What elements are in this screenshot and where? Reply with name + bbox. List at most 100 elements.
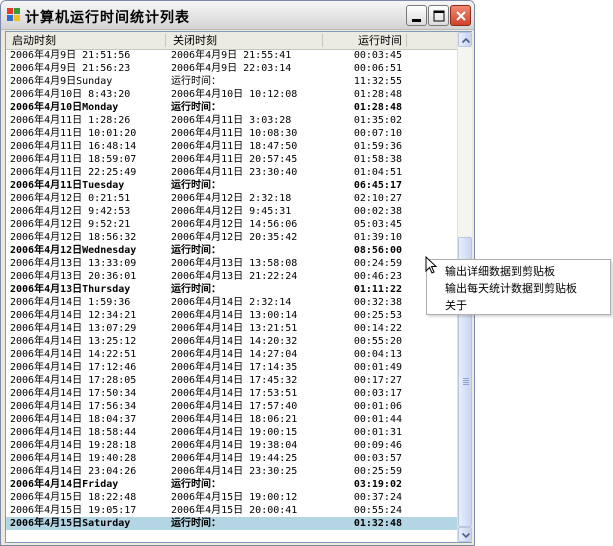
runtime-cell: 00:03:57 [353, 453, 402, 464]
end-time-cell: 2006年4月14日 17:57:40 [171, 401, 298, 412]
runtime-cell: 01:04:51 [353, 167, 402, 178]
list-row[interactable]: 2006年4月15日 18:22:48 2006年4月15日 19:00:12 00… [6, 491, 457, 504]
list-row[interactable]: 2006年4月14日 13:25:12 2006年4月14日 14:20:32 00… [6, 335, 457, 348]
column-divider[interactable] [406, 34, 407, 47]
close-button[interactable] [450, 5, 471, 26]
list-row[interactable]: 2006年4月12日 18:56:32 2006年4月12日 20:35:42 01… [6, 231, 457, 244]
start-time-cell: 2006年4月9日Sunday [10, 76, 113, 87]
start-time-cell: 2006年4月9日 21:56:23 [10, 63, 131, 74]
end-time-cell: 2006年4月14日 13:21:51 [171, 323, 298, 334]
start-time-cell: 2006年4月14日 18:04:37 [10, 414, 137, 425]
list-row[interactable]: 2006年4月11日Tuesday 运行时间： 06:45:17 [6, 179, 457, 192]
runtime-cell: 01:59:36 [353, 141, 402, 152]
runtime-list-view[interactable]: 启动时刻 关闭时刻 运行时间 2006年4月9日 21:51:56 2006年4月… [5, 31, 472, 543]
list-row[interactable]: 2006年4月14日 13:07:29 2006年4月14日 13:21:51 00… [6, 322, 457, 335]
list-row[interactable]: 2006年4月14日 12:34:21 2006年4月14日 13:00:14 00… [6, 309, 457, 322]
end-time-cell: 2006年4月11日 20:57:45 [171, 154, 298, 165]
end-time-cell: 2006年4月14日 14:27:04 [171, 349, 298, 360]
start-time-cell: 2006年4月14日 17:12:46 [10, 362, 137, 373]
menu-item-copy-detail[interactable]: 输出详细数据到剪贴板 [445, 263, 555, 279]
column-header-start[interactable]: 启动时刻 [12, 32, 162, 49]
maximize-icon [433, 10, 445, 22]
list-row[interactable]: 2006年4月14日 18:04:37 2006年4月14日 18:06:21 00… [6, 413, 457, 426]
column-header-end[interactable]: 关闭时刻 [173, 32, 323, 49]
list-row[interactable]: 2006年4月12日Wednesday 运行时间： 08:56:00 [6, 244, 457, 257]
list-row[interactable]: 2006年4月15日 19:05:17 2006年4月15日 20:00:41 00… [6, 504, 457, 517]
list-row[interactable]: 2006年4月15日Saturday 运行时间： 01:32:48 [6, 517, 457, 530]
list-row[interactable]: 2006年4月14日 1:59:36 2006年4月14日 2:32:14 00:3… [6, 296, 457, 309]
runtime-cell: 00:25:59 [353, 466, 402, 477]
runtime-cell: 00:24:59 [353, 258, 402, 269]
close-icon [456, 11, 466, 21]
list-row[interactable]: 2006年4月13日 20:36:01 2006年4月13日 21:22:24 00… [6, 270, 457, 283]
list-row[interactable]: 2006年4月12日 9:52:21 2006年4月12日 14:56:06 05:… [6, 218, 457, 231]
list-rows: 2006年4月9日 21:51:56 2006年4月9日 21:55:41 00:0… [6, 49, 457, 542]
list-row[interactable]: 2006年4月14日Friday 运行时间： 03:19:02 [6, 478, 457, 491]
menu-item-copy-daily[interactable]: 输出每天统计数据到剪贴板 [445, 280, 577, 296]
list-row[interactable]: 2006年4月10日 8:43:20 2006年4月10日 10:12:08 01:… [6, 88, 457, 101]
runtime-cell: 00:32:38 [353, 297, 402, 308]
list-row[interactable]: 2006年4月11日 18:59:07 2006年4月11日 20:57:45 01… [6, 153, 457, 166]
list-row[interactable]: 2006年4月9日 21:56:23 2006年4月9日 22:03:14 00:0… [6, 62, 457, 75]
list-row[interactable]: 2006年4月9日Sunday 运行时间： 11:32:55 [6, 75, 457, 88]
start-time-cell: 2006年4月13日 20:36:01 [10, 271, 137, 282]
list-row[interactable]: 2006年4月10日Monday 运行时间： 01:28:48 [6, 101, 457, 114]
runtime-cell: 00:25:53 [353, 310, 402, 321]
app-icon [7, 8, 21, 22]
scroll-down-arrow-icon [461, 532, 471, 539]
runtime-cell: 08:56:00 [353, 245, 402, 256]
maximize-button[interactable] [428, 5, 449, 26]
start-time-cell: 2006年4月14日 18:58:44 [10, 427, 137, 438]
list-row[interactable]: 2006年4月13日 13:33:09 2006年4月13日 13:58:08 00… [6, 257, 457, 270]
list-row[interactable]: 2006年4月14日 17:12:46 2006年4月14日 17:14:35 00… [6, 361, 457, 374]
list-row[interactable]: 2006年4月11日 16:48:14 2006年4月11日 18:47:50 01… [6, 140, 457, 153]
start-time-cell: 2006年4月10日 8:43:20 [10, 89, 131, 100]
list-row[interactable]: 2006年4月14日 23:04:26 2006年4月14日 23:30:25 00… [6, 465, 457, 478]
end-time-cell: 2006年4月12日 14:56:06 [171, 219, 298, 230]
window-title: 计算机运行时间统计列表 [25, 10, 190, 26]
runtime-cell: 00:46:23 [353, 271, 402, 282]
start-time-cell: 2006年4月14日 19:40:28 [10, 453, 137, 464]
runtime-cell: 00:02:38 [353, 206, 402, 217]
column-divider[interactable] [165, 34, 166, 47]
runtime-cell: 05:03:45 [353, 219, 402, 230]
title-bar[interactable]: 计算机运行时间统计列表 [1, 1, 474, 30]
start-time-cell: 2006年4月14日Friday [10, 479, 119, 490]
scroll-down-button[interactable] [458, 527, 472, 542]
runtime-cell: 00:55:20 [353, 336, 402, 347]
column-divider[interactable] [322, 34, 323, 47]
list-row[interactable]: 2006年4月14日 19:28:18 2006年4月14日 19:38:04 00… [6, 439, 457, 452]
list-row[interactable]: 2006年4月11日 1:28:26 2006年4月11日 3:03:28 01:3… [6, 114, 457, 127]
end-time-cell: 2006年4月15日 19:00:12 [171, 492, 298, 503]
runtime-cell: 00:06:51 [353, 63, 402, 74]
end-time-cell: 2006年4月14日 17:14:35 [171, 362, 298, 373]
list-row[interactable]: 2006年4月14日 17:56:34 2006年4月14日 17:57:40 00… [6, 400, 457, 413]
list-row[interactable]: 2006年4月11日 10:01:20 2006年4月11日 10:08:30 00… [6, 127, 457, 140]
runtime-cell: 00:14:22 [353, 323, 402, 334]
context-menu: 输出详细数据到剪贴板 输出每天统计数据到剪贴板 关于 [426, 259, 611, 315]
start-time-cell: 2006年4月14日 12:34:21 [10, 310, 137, 321]
list-row[interactable]: 2006年4月12日 9:42:53 2006年4月12日 9:45:31 00:0… [6, 205, 457, 218]
list-row[interactable]: 2006年4月9日 21:51:56 2006年4月9日 21:55:41 00:0… [6, 49, 457, 62]
scroll-up-button[interactable] [458, 32, 472, 47]
end-time-cell: 2006年4月14日 14:20:32 [171, 336, 298, 347]
end-time-cell: 运行时间： [171, 518, 221, 529]
list-header: 启动时刻 关闭时刻 运行时间 [6, 32, 457, 50]
start-time-cell: 2006年4月11日 1:28:26 [10, 115, 131, 126]
list-row[interactable]: 2006年4月14日 14:22:51 2006年4月14日 14:27:04 00… [6, 348, 457, 361]
runtime-cell: 01:58:38 [353, 154, 402, 165]
list-row[interactable]: 2006年4月14日 18:58:44 2006年4月14日 19:00:15 00… [6, 426, 457, 439]
list-row[interactable]: 2006年4月13日Thursday 运行时间： 01:11:22 [6, 283, 457, 296]
list-row[interactable]: 2006年4月14日 19:40:28 2006年4月14日 19:44:25 00… [6, 452, 457, 465]
minimize-button[interactable] [406, 5, 427, 26]
start-time-cell: 2006年4月9日 21:51:56 [10, 50, 131, 61]
start-time-cell: 2006年4月14日 17:56:34 [10, 401, 137, 412]
start-time-cell: 2006年4月13日Thursday [10, 284, 131, 295]
column-header-runtime[interactable]: 运行时间 [326, 32, 402, 49]
runtime-cell: 01:28:48 [353, 89, 402, 100]
list-row[interactable]: 2006年4月14日 17:28:05 2006年4月14日 17:45:32 00… [6, 374, 457, 387]
list-row[interactable]: 2006年4月12日 0:21:51 2006年4月12日 2:32:18 02:1… [6, 192, 457, 205]
menu-item-about[interactable]: 关于 [445, 297, 467, 313]
list-row[interactable]: 2006年4月11日 22:25:49 2006年4月11日 23:30:40 01… [6, 166, 457, 179]
list-row[interactable]: 2006年4月14日 17:50:34 2006年4月14日 17:53:51 00… [6, 387, 457, 400]
